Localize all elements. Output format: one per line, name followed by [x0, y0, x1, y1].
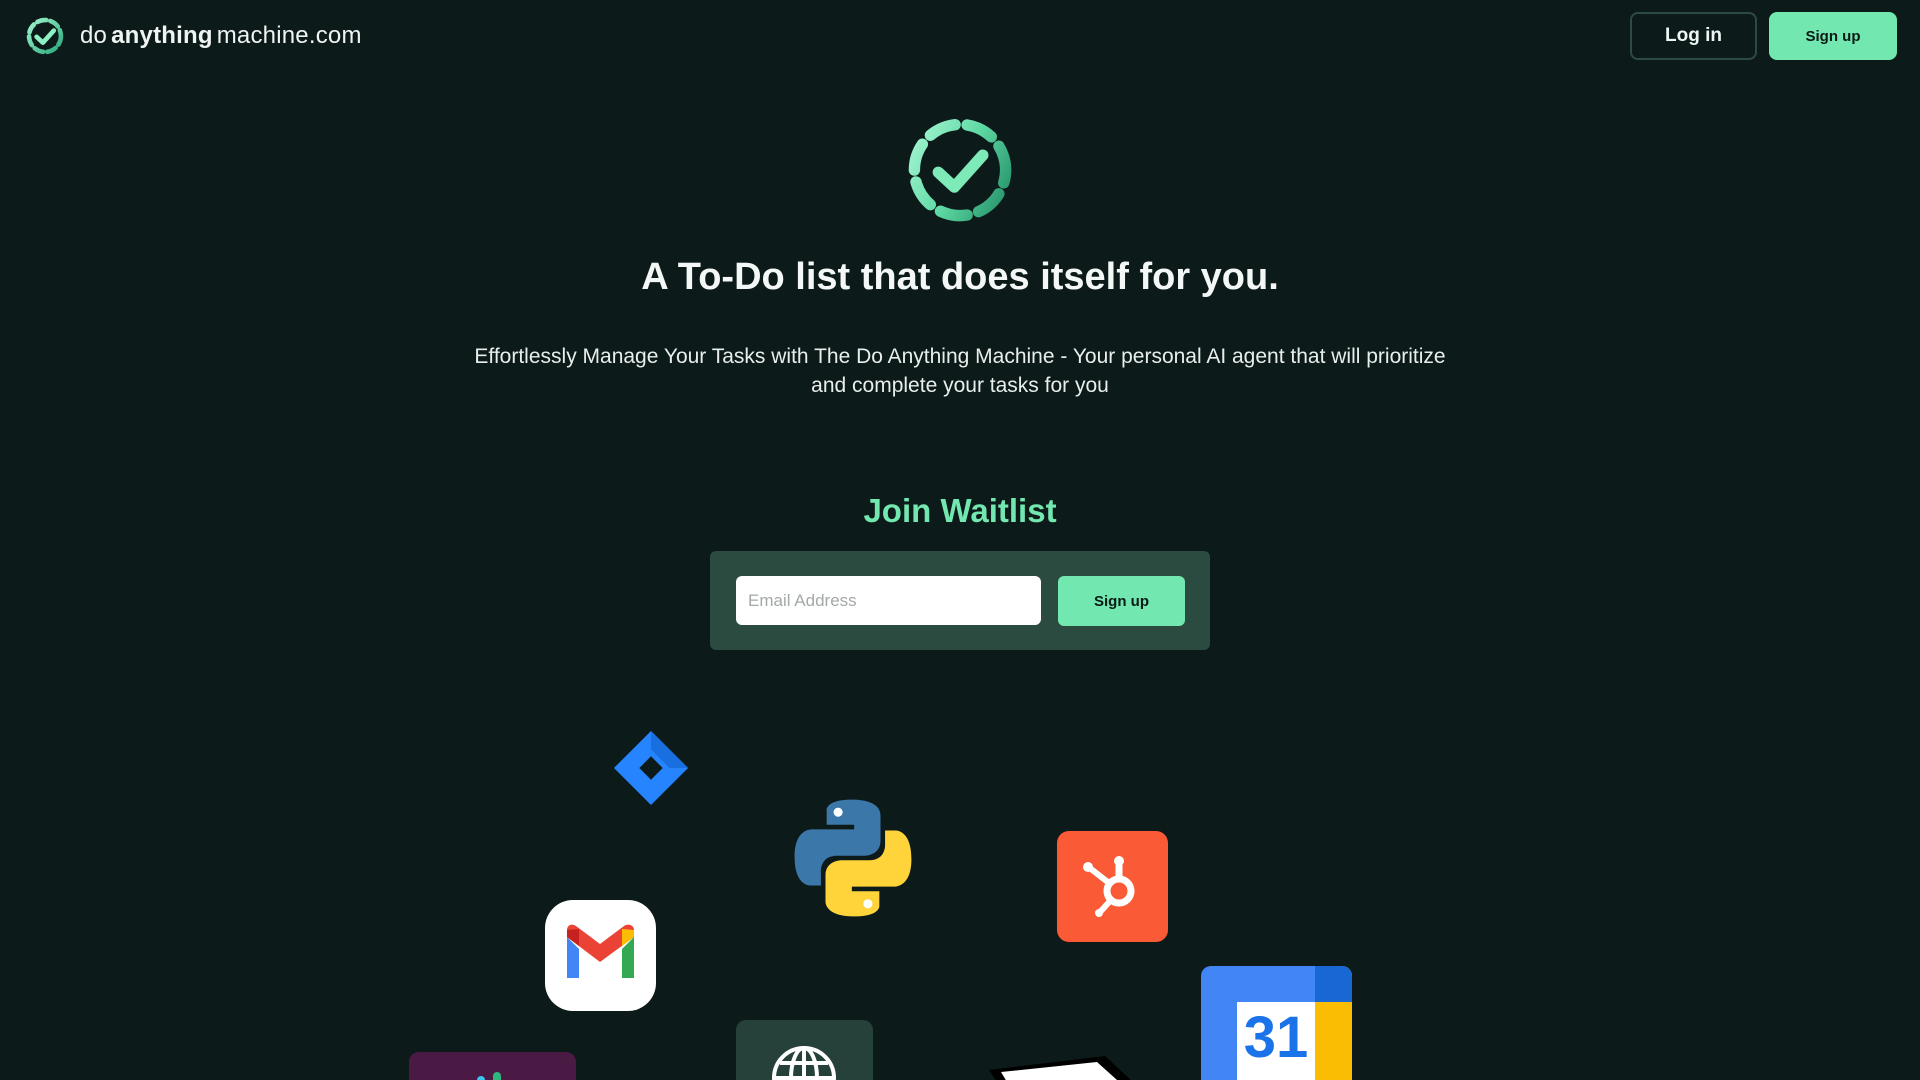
brand-word-machine: machine.com — [216, 22, 362, 49]
hero-check-logo-icon — [908, 118, 1012, 222]
waitlist-form: Sign up — [710, 551, 1210, 650]
jira-icon — [613, 730, 689, 806]
email-input[interactable] — [736, 576, 1041, 625]
waitlist-signup-button[interactable]: Sign up — [1058, 576, 1185, 626]
hubspot-icon — [1057, 831, 1168, 942]
brand-name: do anything machine.com — [80, 22, 362, 50]
header-signup-button[interactable]: Sign up — [1769, 12, 1897, 60]
brand-word-anything: anything — [111, 22, 213, 49]
landing-page: do anything machine.com Log in Sign up A T… — [0, 0, 1920, 1080]
logo-icon — [26, 17, 64, 55]
google-calendar-icon: 31 — [1201, 966, 1352, 1080]
python-icon — [794, 799, 912, 917]
web-tile — [736, 1020, 873, 1080]
login-button[interactable]: Log in — [1630, 12, 1757, 60]
gmail-icon — [545, 900, 656, 1011]
header: do anything machine.com Log in Sign up — [0, 0, 1920, 72]
slack-icon — [409, 1052, 576, 1080]
notion-icon — [989, 1056, 1131, 1080]
hero-subtitle: Effortlessly Manage Your Tasks with The … — [474, 345, 1446, 397]
brand-link[interactable]: do anything machine.com — [24, 14, 362, 58]
hero-title: A To-Do list that does itself for you. — [641, 256, 1279, 298]
globe-icon — [772, 1046, 836, 1080]
brand-word-do: do — [80, 22, 108, 49]
waitlist-title: Join Waitlist — [863, 492, 1057, 529]
calendar-day-number: 31 — [1243, 1005, 1309, 1070]
